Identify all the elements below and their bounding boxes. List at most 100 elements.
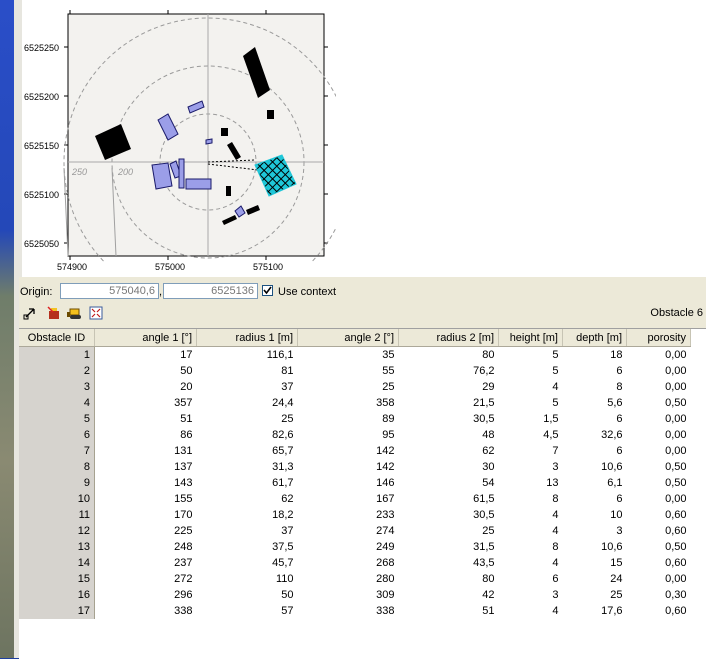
arrow-tool-icon[interactable] — [23, 306, 37, 320]
table-cell[interactable]: 0,50 — [627, 539, 691, 555]
table-cell[interactable]: 0,50 — [627, 395, 691, 411]
table-row[interactable]: 3 20 37 25 29 4 8 0,00 — [19, 379, 691, 395]
table-cell[interactable]: 6 — [499, 571, 563, 587]
table-row[interactable]: 5 51 25 89 30,5 1,5 6 0,00 — [19, 411, 691, 427]
table-cell[interactable]: 18 — [563, 347, 627, 364]
table-cell[interactable]: 0,00 — [627, 571, 691, 587]
row-id-cell[interactable]: 11 — [19, 507, 95, 523]
table-cell[interactable]: 142 — [298, 443, 399, 459]
table-cell[interactable]: 5,6 — [563, 395, 627, 411]
table-cell[interactable]: 274 — [298, 523, 399, 539]
table-cell[interactable]: 0,60 — [627, 507, 691, 523]
table-row[interactable]: 17 338 57 338 51 4 17,6 0,60 — [19, 603, 691, 619]
table-row[interactable]: 7 131 65,7 142 62 7 6 0,00 — [19, 443, 691, 459]
table-cell[interactable]: 5 — [499, 363, 563, 379]
origin-x-input[interactable]: 575040,6 — [60, 283, 159, 299]
table-cell[interactable]: 137 — [95, 459, 197, 475]
table-cell[interactable]: 42 — [399, 587, 499, 603]
row-id-cell[interactable]: 8 — [19, 459, 95, 475]
table-cell[interactable]: 4 — [499, 603, 563, 619]
table-cell[interactable]: 76,2 — [399, 363, 499, 379]
row-id-cell[interactable]: 1 — [19, 346, 95, 363]
site-map[interactable]: 250 200 6525250 6525200 6525150 6525100 … — [18, 0, 336, 276]
table-cell[interactable]: 4 — [499, 507, 563, 523]
row-id-cell[interactable]: 6 — [19, 427, 95, 443]
table-cell[interactable]: 80 — [399, 571, 499, 587]
table-cell[interactable]: 6 — [563, 491, 627, 507]
table-cell[interactable]: 3 — [499, 459, 563, 475]
table-cell[interactable]: 0,60 — [627, 523, 691, 539]
table-cell[interactable]: 110 — [197, 571, 298, 587]
row-id-cell[interactable]: 13 — [19, 539, 95, 555]
table-cell[interactable]: 167 — [298, 491, 399, 507]
table-cell[interactable]: 338 — [298, 603, 399, 619]
table-cell[interactable]: 3 — [499, 587, 563, 603]
table-cell[interactable]: 131 — [95, 443, 197, 459]
table-row[interactable]: 13 248 37,5 249 31,5 8 10,6 0,50 — [19, 539, 691, 555]
table-cell[interactable]: 0,30 — [627, 587, 691, 603]
table-cell[interactable]: 25 — [298, 379, 399, 395]
delete-obstacle-icon[interactable] — [47, 306, 61, 320]
table-cell[interactable]: 0,00 — [627, 427, 691, 443]
table-cell[interactable]: 0,50 — [627, 459, 691, 475]
table-cell[interactable]: 37 — [197, 523, 298, 539]
table-cell[interactable]: 4 — [499, 379, 563, 395]
table-cell[interactable]: 81 — [197, 363, 298, 379]
table-cell[interactable]: 338 — [95, 603, 197, 619]
table-row[interactable]: 4 357 24,4 358 21,5 5 5,6 0,50 — [19, 395, 691, 411]
table-cell[interactable]: 309 — [298, 587, 399, 603]
table-cell[interactable]: 358 — [298, 395, 399, 411]
table-cell[interactable]: 62 — [399, 443, 499, 459]
table-cell[interactable]: 142 — [298, 459, 399, 475]
table-cell[interactable]: 0,60 — [627, 603, 691, 619]
table-cell[interactable]: 8 — [563, 379, 627, 395]
column-header[interactable]: radius 2 [m] — [398, 329, 499, 347]
table-cell[interactable]: 248 — [95, 539, 197, 555]
column-header[interactable]: angle 1 [°] — [94, 329, 197, 347]
table-cell[interactable]: 30,5 — [399, 507, 499, 523]
table-cell[interactable]: 13 — [499, 475, 563, 491]
table-row[interactable]: 11 170 18,2 233 30,5 4 10 0,60 — [19, 507, 691, 523]
table-cell[interactable]: 6,1 — [563, 475, 627, 491]
row-id-cell[interactable]: 12 — [19, 523, 95, 539]
table-cell[interactable]: 50 — [95, 363, 197, 379]
table-cell[interactable]: 29 — [399, 379, 499, 395]
table-cell[interactable]: 4,5 — [499, 427, 563, 443]
table-cell[interactable]: 25 — [563, 587, 627, 603]
table-cell[interactable]: 0,00 — [627, 411, 691, 427]
table-cell[interactable]: 45,7 — [197, 555, 298, 571]
table-cell[interactable]: 25 — [197, 411, 298, 427]
table-cell[interactable]: 10,6 — [563, 539, 627, 555]
origin-y-input[interactable]: 6525136 — [163, 283, 258, 299]
table-cell[interactable]: 10,6 — [563, 459, 627, 475]
row-id-cell[interactable]: 17 — [19, 603, 95, 619]
table-cell[interactable]: 0,00 — [627, 347, 691, 364]
table-cell[interactable]: 17 — [95, 347, 197, 364]
table-cell[interactable]: 31,5 — [399, 539, 499, 555]
row-id-cell[interactable]: 5 — [19, 411, 95, 427]
table-cell[interactable]: 5 — [499, 395, 563, 411]
table-cell[interactable]: 296 — [95, 587, 197, 603]
table-cell[interactable]: 6 — [563, 363, 627, 379]
table-cell[interactable]: 25 — [399, 523, 499, 539]
table-cell[interactable]: 37,5 — [197, 539, 298, 555]
column-header[interactable]: angle 2 [°] — [297, 329, 399, 347]
table-cell[interactable]: 31,3 — [197, 459, 298, 475]
table-cell[interactable]: 95 — [298, 427, 399, 443]
row-id-cell[interactable]: 16 — [19, 587, 95, 603]
table-cell[interactable]: 249 — [298, 539, 399, 555]
table-cell[interactable]: 0,00 — [627, 363, 691, 379]
table-cell[interactable]: 82,6 — [197, 427, 298, 443]
table-row[interactable]: 9 143 61,7 146 54 13 6,1 0,50 — [19, 475, 691, 491]
table-cell[interactable]: 10 — [563, 507, 627, 523]
table-cell[interactable]: 0,60 — [627, 555, 691, 571]
table-cell[interactable]: 30 — [399, 459, 499, 475]
use-context-checkbox[interactable] — [262, 285, 273, 296]
table-cell[interactable]: 0,00 — [627, 443, 691, 459]
bulldozer-icon[interactable] — [67, 306, 81, 320]
row-id-cell[interactable]: 7 — [19, 443, 95, 459]
table-cell[interactable]: 5 — [499, 347, 563, 364]
table-cell[interactable]: 143 — [95, 475, 197, 491]
column-header[interactable]: Obstacle ID — [19, 329, 95, 347]
table-cell[interactable]: 3 — [563, 523, 627, 539]
